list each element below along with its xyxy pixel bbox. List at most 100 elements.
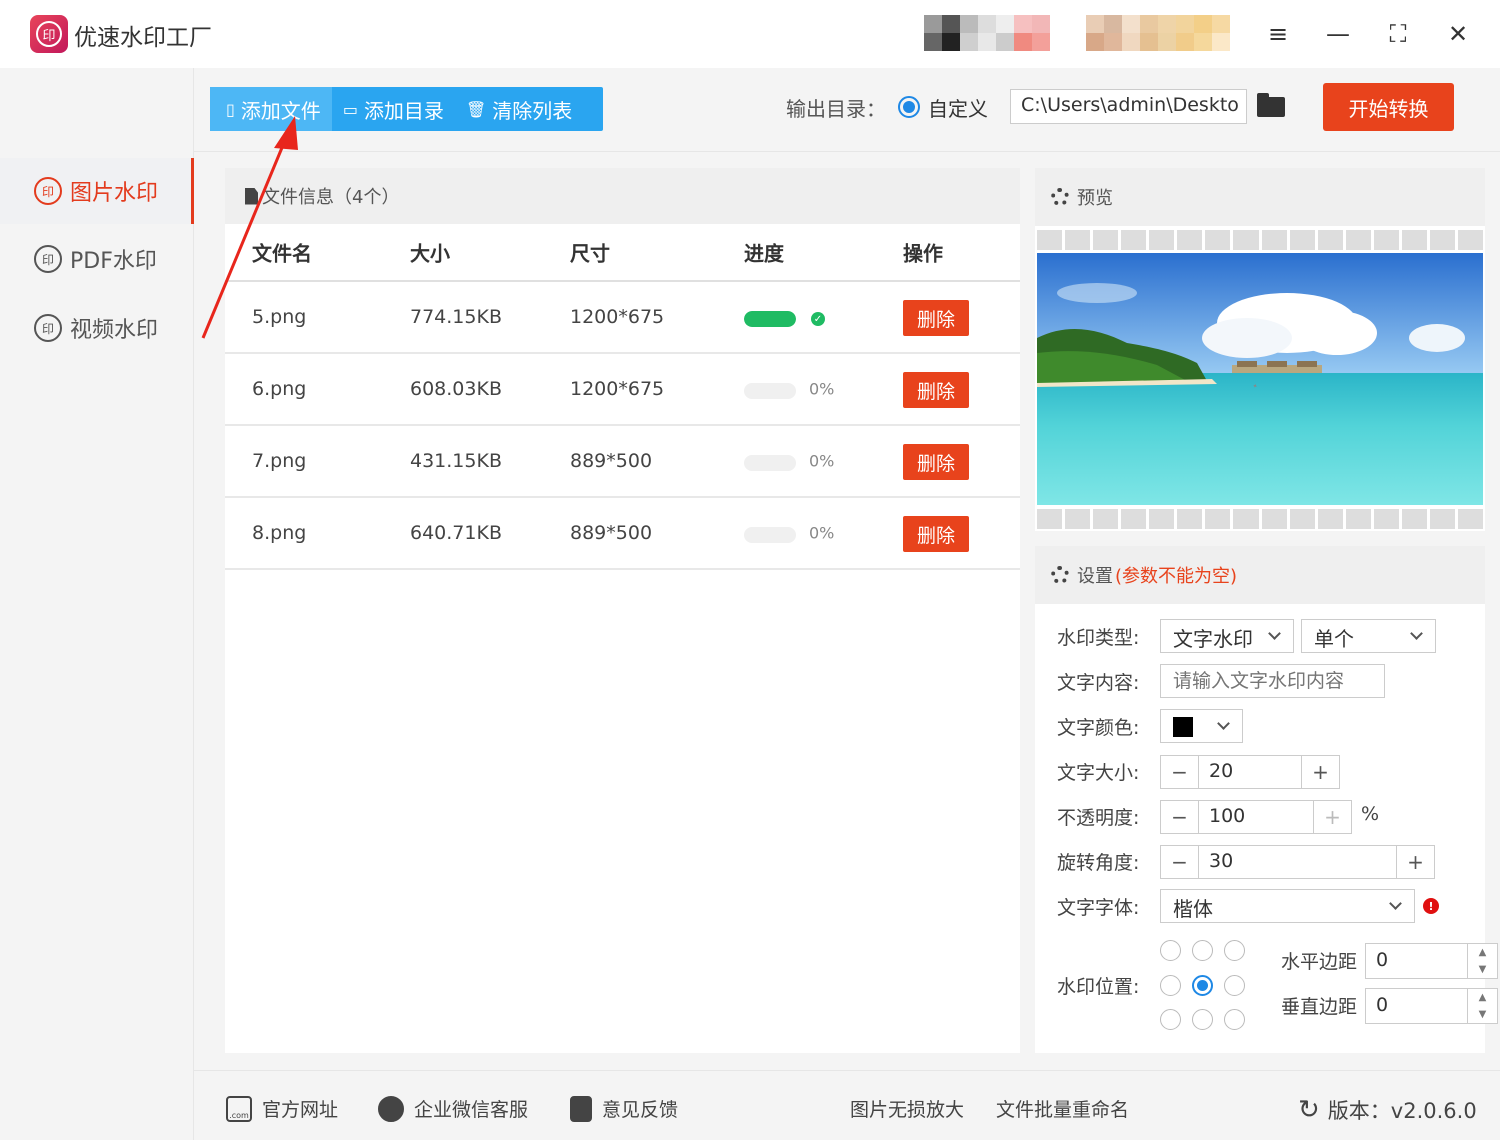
delete-button[interactable]: 删除	[903, 372, 969, 408]
font-select[interactable]: 楷体	[1160, 889, 1415, 923]
rotation-stepper[interactable]: − 30 +	[1160, 845, 1435, 879]
menu-icon[interactable]: ≡	[1258, 14, 1298, 54]
beach-preview-image: ✦	[1037, 253, 1483, 505]
folder-icon[interactable]	[1257, 93, 1285, 117]
progress-bar	[744, 455, 796, 471]
sidebar-item-video-watermark[interactable]: 印 视频水印	[0, 295, 194, 361]
progress-text: 0%	[809, 523, 835, 543]
rotation-value[interactable]: 30	[1199, 846, 1396, 878]
feedback-label: 意见反馈	[602, 1099, 679, 1121]
file-dims-cell: 889*500	[570, 450, 653, 472]
position-radio[interactable]	[1224, 1009, 1245, 1030]
app-logo-glyph: 印	[36, 21, 62, 47]
vertical-margin-value: 0	[1376, 994, 1389, 1016]
opacity-value[interactable]: 100	[1199, 801, 1313, 833]
file-size-cell: 774.15KB	[410, 306, 502, 328]
delete-button[interactable]: 删除	[903, 300, 969, 336]
sidebar-item-label: 视频水印	[70, 318, 159, 343]
text-color-picker[interactable]	[1160, 709, 1243, 743]
gear-icon	[1051, 188, 1069, 206]
position-radio[interactable]	[1160, 940, 1181, 961]
close-icon[interactable]: ✕	[1438, 14, 1478, 54]
text-size-stepper[interactable]: − 20 +	[1160, 755, 1340, 789]
official-website-label: 官方网址	[262, 1099, 339, 1121]
watermark-mode-select[interactable]: 单个	[1301, 619, 1436, 653]
chevron-down-icon[interactable]: ▼	[1468, 1006, 1497, 1023]
preview-title: 预览	[1077, 188, 1113, 209]
watermark-icon: 印	[34, 245, 62, 273]
increment-button[interactable]: +	[1301, 756, 1339, 788]
watermark-type-value: 文字水印	[1173, 627, 1253, 651]
progress-bar	[744, 527, 796, 543]
trash-icon: 🗑	[465, 99, 487, 119]
increment-button[interactable]: +	[1313, 801, 1351, 833]
vertical-margin-input[interactable]: 0 ▲ ▼	[1365, 988, 1498, 1024]
table-row: 5.png 774.15KB 1200*675 ✓ 删除	[225, 282, 1020, 354]
text-content-input[interactable]	[1160, 664, 1385, 698]
chevron-up-icon[interactable]: ▲	[1468, 944, 1497, 961]
watermark-type-select[interactable]: 文字水印	[1160, 619, 1294, 653]
document-icon	[245, 187, 258, 205]
spinner-arrows[interactable]: ▲ ▼	[1467, 944, 1497, 978]
position-radio[interactable]	[1192, 940, 1213, 961]
position-radio[interactable]	[1160, 975, 1181, 996]
chevron-down-icon[interactable]: ▼	[1468, 961, 1497, 978]
table-row: 6.png 608.03KB 1200*675 0% 删除	[225, 354, 1020, 426]
maximize-icon[interactable]: ⛶	[1378, 14, 1418, 54]
decrement-button[interactable]: −	[1161, 846, 1199, 878]
decrement-button[interactable]: −	[1161, 801, 1199, 833]
text-size-value[interactable]: 20	[1199, 756, 1301, 788]
horizontal-margin-input[interactable]: 0 ▲ ▼	[1365, 943, 1498, 979]
wechat-support-link[interactable]: 企业微信客服	[378, 1095, 528, 1122]
file-dims-cell: 1200*675	[570, 306, 665, 328]
image-upscale-link[interactable]: 图片无损放大	[850, 1095, 964, 1122]
version-info[interactable]: ↻ 版本：v2.0.6.0	[1298, 1095, 1477, 1125]
horizontal-margin-label: 水平边距	[1281, 951, 1358, 973]
title-bar: 印 优速水印工厂 ≡ — ⛶ ✕	[0, 0, 1500, 68]
chevron-up-icon[interactable]: ▲	[1468, 989, 1497, 1006]
settings-header: 设置 (参数不能为空)	[1035, 546, 1485, 604]
gear-icon	[1051, 566, 1069, 584]
version-label: 版本：v2.0.6.0	[1327, 1099, 1477, 1123]
error-icon: !	[1423, 898, 1439, 914]
position-radio[interactable]	[1192, 975, 1213, 996]
add-directory-button[interactable]: ▭ 添加目录	[332, 87, 455, 131]
blurred-username	[1086, 15, 1230, 51]
add-file-button[interactable]: ▯ 添加文件	[210, 87, 332, 131]
decrement-button[interactable]: −	[1161, 756, 1199, 788]
start-convert-button[interactable]: 开始转换	[1323, 83, 1454, 131]
position-radio[interactable]	[1160, 1009, 1181, 1030]
refresh-icon: ↻	[1298, 1095, 1320, 1125]
position-radio[interactable]	[1224, 975, 1245, 996]
position-radio[interactable]	[1224, 940, 1245, 961]
batch-rename-link[interactable]: 文件批量重命名	[996, 1095, 1129, 1122]
app-logo-icon: 印	[30, 15, 68, 53]
output-path-field[interactable]: C:\Users\admin\Deskto	[1010, 89, 1247, 124]
sidebar-item-pdf-watermark[interactable]: 印 PDF水印	[0, 226, 194, 292]
delete-button[interactable]: 删除	[903, 444, 969, 480]
toolbar: ▯ 添加文件 ▭ 添加目录 🗑 清除列表 输出目录： 自定义 C:\Users\adm…	[194, 68, 1500, 152]
increment-button[interactable]: +	[1396, 846, 1434, 878]
clear-list-button[interactable]: 🗑 清除列表	[455, 87, 583, 131]
official-website-link[interactable]: .com 官方网址	[226, 1095, 338, 1122]
custom-output-radio[interactable]	[898, 96, 920, 118]
file-name-cell: 8.png	[252, 522, 307, 544]
chevron-down-icon	[1410, 627, 1423, 640]
opacity-label: 不透明度:	[1057, 807, 1140, 829]
sidebar-item-image-watermark[interactable]: 印 图片水印	[0, 158, 194, 224]
horizontal-margin-value: 0	[1376, 949, 1389, 971]
position-radio[interactable]	[1192, 1009, 1213, 1030]
add-file-label: 添加文件	[240, 98, 321, 123]
settings-title: 设置	[1077, 566, 1113, 587]
delete-button[interactable]: 删除	[903, 516, 969, 552]
folder-outline-icon: ▭	[342, 99, 358, 119]
minimize-icon[interactable]: —	[1318, 14, 1358, 54]
checker-strip	[1035, 228, 1485, 252]
spinner-arrows[interactable]: ▲ ▼	[1467, 989, 1497, 1023]
file-dims-cell: 1200*675	[570, 378, 665, 400]
column-header: 尺寸	[570, 241, 610, 266]
font-label: 文字字体:	[1057, 897, 1140, 919]
feedback-link[interactable]: 意见反馈	[570, 1095, 678, 1122]
opacity-stepper[interactable]: − 100 +	[1160, 800, 1352, 834]
add-directory-label: 添加目录	[363, 98, 444, 123]
